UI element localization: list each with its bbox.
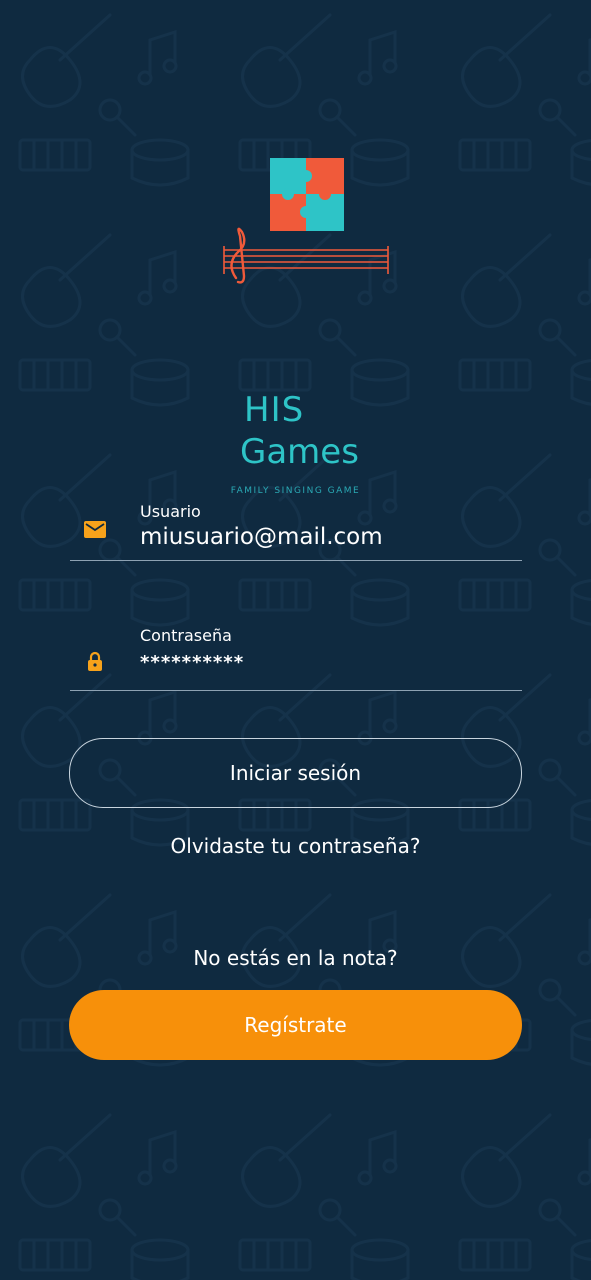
app-logo: HIS Games FAMILY SINGING GAME <box>0 150 591 496</box>
logo-text-his: HIS <box>244 390 305 430</box>
password-input[interactable]: ********** <box>140 652 510 673</box>
puzzle-logo-icon <box>223 158 389 284</box>
logo-tagline: FAMILY SINGING GAME <box>230 486 361 496</box>
login-screen: HIS Games FAMILY SINGING GAME Usuario Co… <box>0 0 591 1280</box>
username-field[interactable]: Usuario <box>70 498 522 561</box>
username-label: Usuario <box>140 502 201 521</box>
lock-icon <box>82 648 108 674</box>
logo-text-games: Games <box>240 432 359 472</box>
not-in-note-text: No estás en la nota? <box>193 946 398 970</box>
forgot-password-link[interactable]: Olvidaste tu contraseña? <box>0 834 591 858</box>
mail-icon <box>82 516 108 542</box>
login-button[interactable]: Iniciar sesión <box>69 738 522 808</box>
password-field[interactable]: Contraseña ********** <box>70 622 522 691</box>
register-button[interactable]: Regístrate <box>69 990 522 1060</box>
password-label: Contraseña <box>140 626 232 645</box>
username-input[interactable] <box>140 524 510 550</box>
